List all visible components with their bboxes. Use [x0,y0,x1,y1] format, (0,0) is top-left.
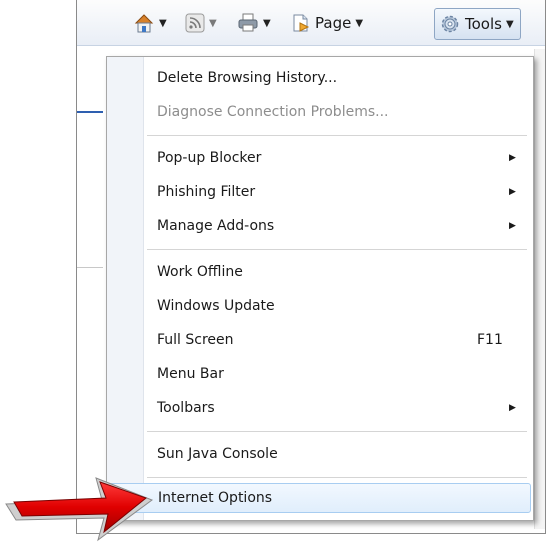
submenu-arrow-icon: ▶ [509,153,516,163]
home-icon [134,14,154,33]
rss-feed-icon [185,13,205,33]
menu-item-diagnose-connection: Diagnose Connection Problems... [109,97,531,127]
menu-item-sun-java-console[interactable]: Sun Java Console [109,439,531,469]
vertical-scrollbar[interactable] [534,49,545,529]
menu-item-label: Full Screen [157,332,234,348]
menu-item-popup-blocker[interactable]: Pop-up Blocker ▶ [109,143,531,173]
menu-item-menu-bar[interactable]: Menu Bar [109,359,531,389]
shortcut-key: F11 [477,332,503,348]
page-icon [293,14,310,32]
menu-item-label: Menu Bar [157,366,224,382]
tools-menu-button[interactable]: Tools ▼ [434,8,521,40]
menu-item-label: Delete Browsing History... [157,70,338,86]
content-accent-line [77,111,103,113]
feeds-dropdown-caret[interactable]: ▼ [209,18,217,29]
menu-separator [147,477,527,478]
command-bar: ▼ ▼ ▼ Page ▼ Tools ▼ [77,0,545,46]
menu-item-windows-update[interactable]: Windows Update [109,291,531,321]
menu-item-label: Work Offline [157,264,243,280]
menu-item-work-offline[interactable]: Work Offline [109,257,531,287]
menu-separator [147,249,527,250]
submenu-arrow-icon: ▶ [509,403,516,413]
submenu-arrow-icon: ▶ [509,221,516,231]
menu-item-phishing-filter[interactable]: Phishing Filter ▶ [109,177,531,207]
tools-dropdown-menu: Delete Browsing History... Diagnose Conn… [106,56,534,521]
red-arrow-icon [5,477,154,542]
menu-item-label: Pop-up Blocker [157,150,262,166]
menu-item-toolbars[interactable]: Toolbars ▶ [109,393,531,423]
menu-separator [147,135,527,136]
tools-dropdown-caret[interactable]: ▼ [506,19,514,30]
submenu-arrow-icon: ▶ [509,187,516,197]
menu-item-label: Internet Options [158,490,273,506]
menu-item-label: Toolbars [157,400,215,416]
page-menu-button[interactable]: Page ▼ [291,9,363,37]
print-button[interactable]: ▼ [237,9,271,37]
menu-separator [147,431,527,432]
menu-item-manage-addons[interactable]: Manage Add-ons ▶ [109,211,531,241]
menu-item-internet-options[interactable]: Internet Options [109,483,531,513]
menu-item-label: Phishing Filter [157,184,256,200]
content-divider [77,267,103,268]
print-dropdown-caret[interactable]: ▼ [263,18,271,29]
menu-item-label: Diagnose Connection Problems... [157,104,389,120]
home-dropdown-caret[interactable]: ▼ [159,18,167,29]
menu-item-delete-browsing-history[interactable]: Delete Browsing History... [109,63,531,93]
feeds-button[interactable]: ▼ [185,9,217,37]
menu-item-label: Sun Java Console [157,446,278,462]
menu-item-full-screen[interactable]: Full Screen F11 [109,325,531,355]
page-menu-label: Page [315,14,352,32]
gear-icon [441,15,459,33]
menu-item-label: Manage Add-ons [157,218,275,234]
printer-icon [238,13,258,32]
tools-menu-label: Tools [465,15,502,33]
page-dropdown-caret[interactable]: ▼ [355,18,363,29]
menu-item-label: Windows Update [157,298,275,314]
home-button[interactable]: ▼ [133,9,167,37]
